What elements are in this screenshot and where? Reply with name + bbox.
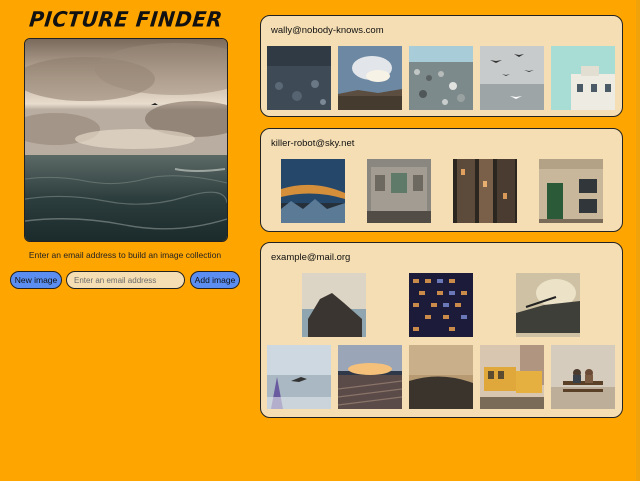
collection-card: example@mail.org [260,242,623,418]
email-input[interactable] [66,271,185,289]
collection-image[interactable] [409,273,473,337]
collection-image[interactable] [409,46,473,110]
collection-image[interactable] [267,345,331,409]
collection-image[interactable] [338,46,402,110]
collection-email: example@mail.org [271,252,351,263]
collection-card: wally@nobody-knows.com [260,15,623,117]
collection-card: killer-robot@sky.net [260,128,623,232]
collection-email: wally@nobody-knows.com [271,25,384,36]
collection-image[interactable] [551,345,615,409]
collection-image[interactable] [338,345,402,409]
collection-email: killer-robot@sky.net [271,138,355,149]
collection-image[interactable] [281,159,345,223]
collection-image[interactable] [480,46,544,110]
scroll-edge [636,0,640,481]
ocean-photo [25,39,227,241]
collection-image[interactable] [480,345,544,409]
new-image-button[interactable]: New image [10,271,62,289]
collection-image[interactable] [539,159,603,223]
collection-image[interactable] [551,46,615,110]
main-image [24,38,228,242]
collection-image[interactable] [367,159,431,223]
instruction-text: Enter an email address to build an image… [28,250,222,260]
collection-image[interactable] [453,159,517,223]
collection-image[interactable] [302,273,366,337]
collection-image[interactable] [267,46,331,110]
collection-image[interactable] [409,345,473,409]
app-title: PICTURE FINDER [28,6,224,32]
page: PICTURE FINDER Enter an email address to… [0,0,640,481]
collection-image[interactable] [516,273,580,337]
add-image-button[interactable]: Add image [190,271,240,289]
